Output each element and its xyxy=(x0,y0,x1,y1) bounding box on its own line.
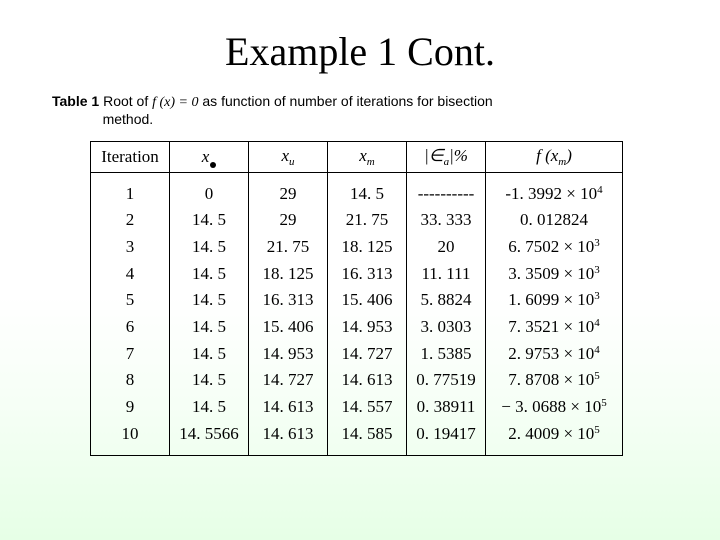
hdr-ea: |∈a|% xyxy=(407,142,486,173)
table-caption: Table 1 Root of f (x) = 0 as function of… xyxy=(52,93,720,127)
col-ea: ----------33. 3332011. 1115. 88243. 0303… xyxy=(407,173,486,456)
subscript-dot-icon xyxy=(210,162,216,168)
hdr-ea-b: |% xyxy=(449,146,468,165)
caption-text-a: Root of xyxy=(99,93,152,109)
hdr-fxm: f (xm) xyxy=(486,142,623,173)
caption-fx: f (x) = 0 xyxy=(152,95,198,110)
col-iteration: 12345678910 xyxy=(91,173,170,456)
hdr-iteration: Iteration xyxy=(91,142,170,173)
hdr-fx-a: f (x xyxy=(536,146,558,165)
hdr-xl: x xyxy=(170,142,249,173)
hdr-xu-sub: u xyxy=(289,156,295,168)
col-fxm: -1. 3992 × 1040. 012824 6. 7502 × 1033. … xyxy=(486,173,623,456)
caption-bold: Table 1 xyxy=(52,93,99,109)
caption-text-b: as function of number of iterations for … xyxy=(199,93,493,109)
bisection-table: Iteration x xu xm |∈a|% f (xm) 123456789… xyxy=(90,141,623,456)
table-header-row: Iteration x xu xm |∈a|% f (xm) xyxy=(91,142,623,173)
col-xu: 292921. 7518. 12516. 31315. 40614. 95314… xyxy=(249,173,328,456)
hdr-ea-a: |∈ xyxy=(424,146,443,165)
table-data-row: 12345678910 014. 514. 514. 514. 514. 514… xyxy=(91,173,623,456)
caption-text-c: method. xyxy=(103,111,154,127)
hdr-xm-sub: m xyxy=(367,156,375,168)
hdr-xl-base: x xyxy=(202,147,210,166)
hdr-xu-base: x xyxy=(281,146,289,165)
hdr-fx-b: ) xyxy=(566,146,572,165)
hdr-xm: xm xyxy=(328,142,407,173)
slide-title: Example 1 Cont. xyxy=(0,28,720,75)
col-xl: 014. 514. 514. 514. 514. 514. 514. 514. … xyxy=(170,173,249,456)
col-xm: 14. 521. 7518. 12516. 31315. 40614. 9531… xyxy=(328,173,407,456)
hdr-xu: xu xyxy=(249,142,328,173)
hdr-xm-base: x xyxy=(359,146,367,165)
